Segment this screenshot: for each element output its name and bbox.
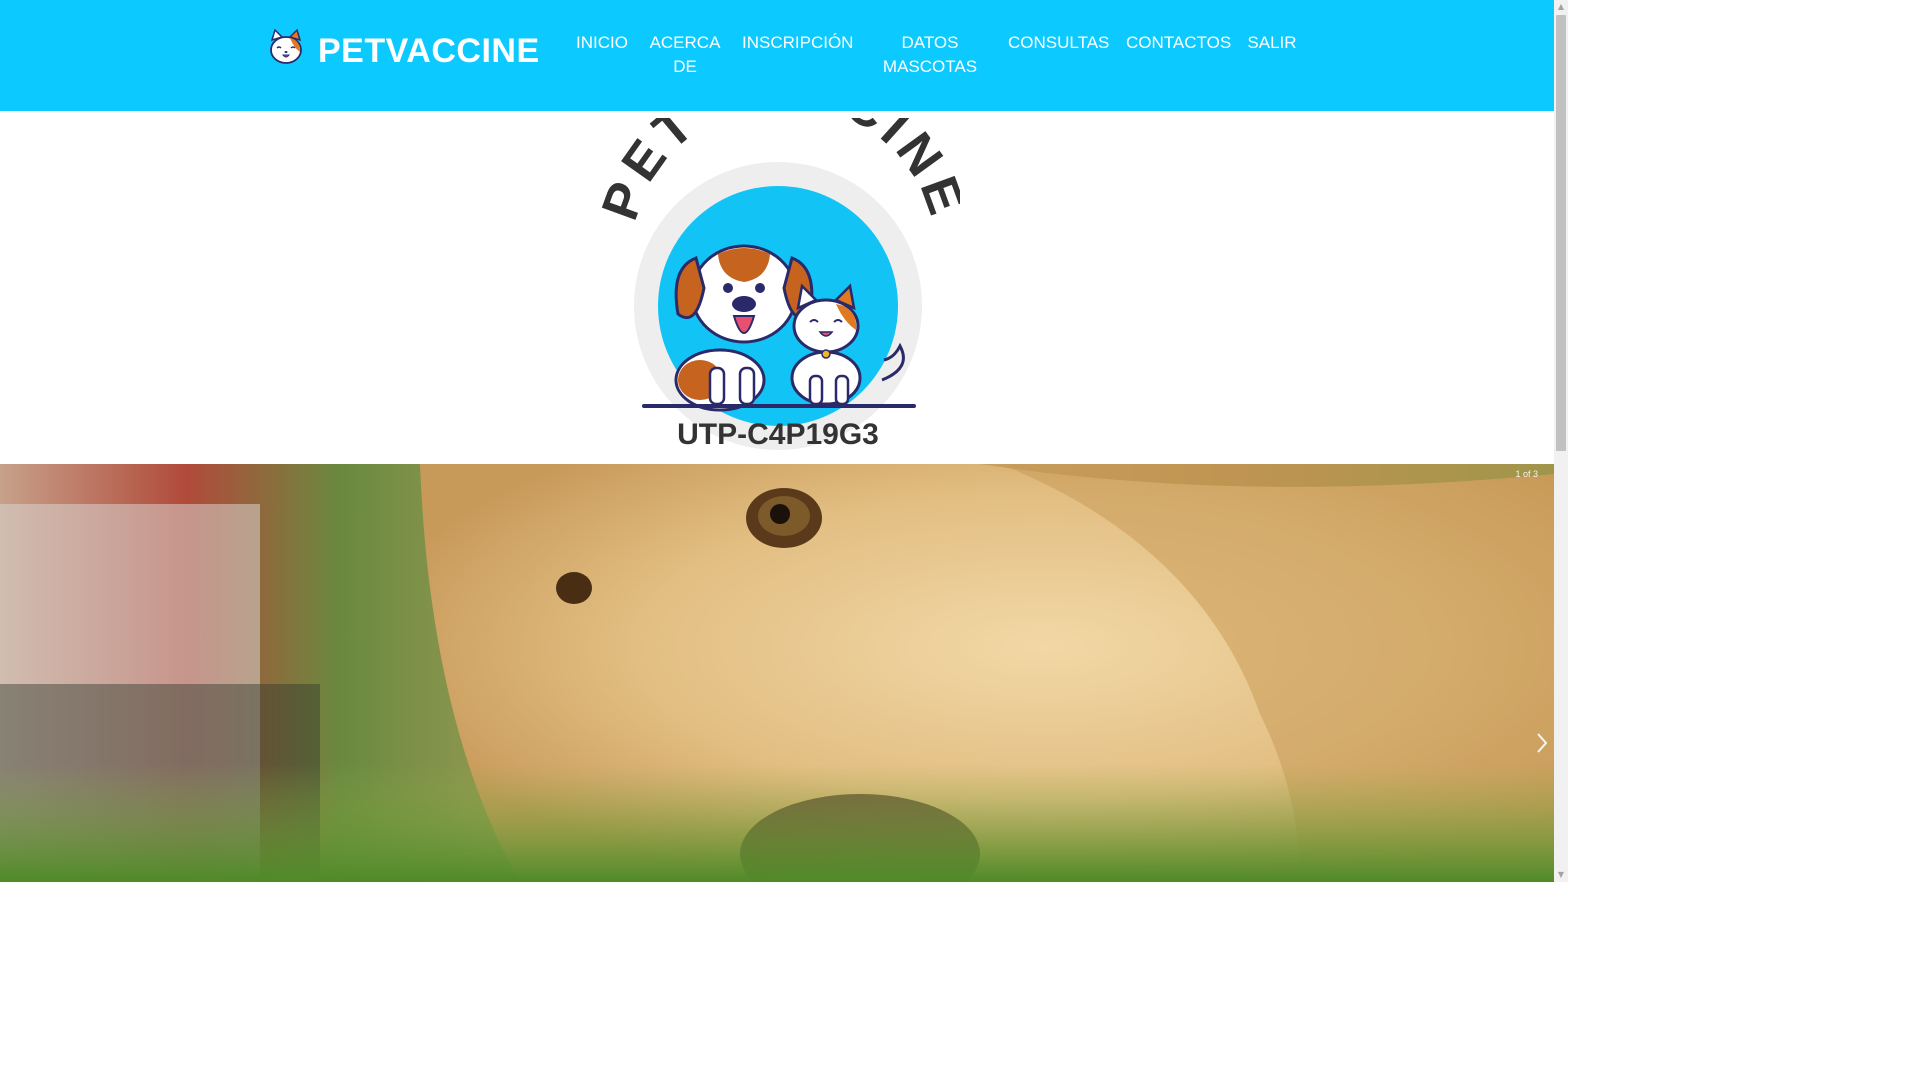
next-arrow-icon[interactable] — [1536, 732, 1548, 754]
nav-contactos[interactable]: CONTACTOS — [1126, 31, 1232, 55]
scroll-down-arrow-icon[interactable]: ▼ — [1557, 871, 1565, 879]
nav-acerca-de[interactable]: ACERCA DE — [646, 31, 724, 79]
nav-inicio[interactable]: INICIO — [576, 31, 628, 55]
scroll-up-arrow-icon[interactable]: ▲ — [1557, 3, 1565, 11]
nav-acerca-label-2: DE — [673, 57, 697, 76]
nav-datos-mascotas[interactable]: DATOS MASCOTAS — [878, 31, 982, 79]
nav-datos-label-1: DATOS — [901, 33, 959, 52]
brand-link[interactable]: PETVACCINE — [266, 26, 539, 70]
nav-acerca-label-1: ACERCA — [649, 33, 721, 52]
nav-consultas-label: CONSULTAS — [1008, 33, 1110, 52]
scrollbar-thumb[interactable] — [1556, 15, 1566, 451]
logo-code-text: UTP-C4P19G3 — [677, 418, 879, 451]
cat-face-icon — [270, 28, 302, 64]
slide-counter: 1 of 3 — [1515, 469, 1538, 479]
nav-consultas[interactable]: CONSULTAS — [1008, 31, 1110, 55]
nav-salir[interactable]: SALIR — [1246, 31, 1298, 55]
brand-name: PETVACCINE — [318, 32, 540, 70]
pet-vaccine-logo: PET VACCINE UTP-C4P19G3 — [600, 118, 960, 451]
nav-inscripcion-label: INSCRIPCIÓN — [742, 33, 854, 52]
nav-contactos-label: CONTACTOS — [1126, 33, 1232, 52]
nav-salir-label: SALIR — [1247, 33, 1297, 52]
image-slider: 1 of 3 — [0, 464, 1554, 882]
nav-inscripcion[interactable]: INSCRIPCIÓN — [742, 31, 854, 55]
golden-dog-sniffing-grass-photo — [0, 464, 1554, 882]
nav-datos-label-2: MASCOTAS — [882, 57, 978, 76]
page-scrollbar[interactable]: ▲ ▼ — [1554, 0, 1568, 882]
nav-inicio-label: INICIO — [576, 33, 628, 52]
top-navbar: PETVACCINE INICIO ACERCA DE INSCRIPCIÓN … — [0, 0, 1554, 111]
